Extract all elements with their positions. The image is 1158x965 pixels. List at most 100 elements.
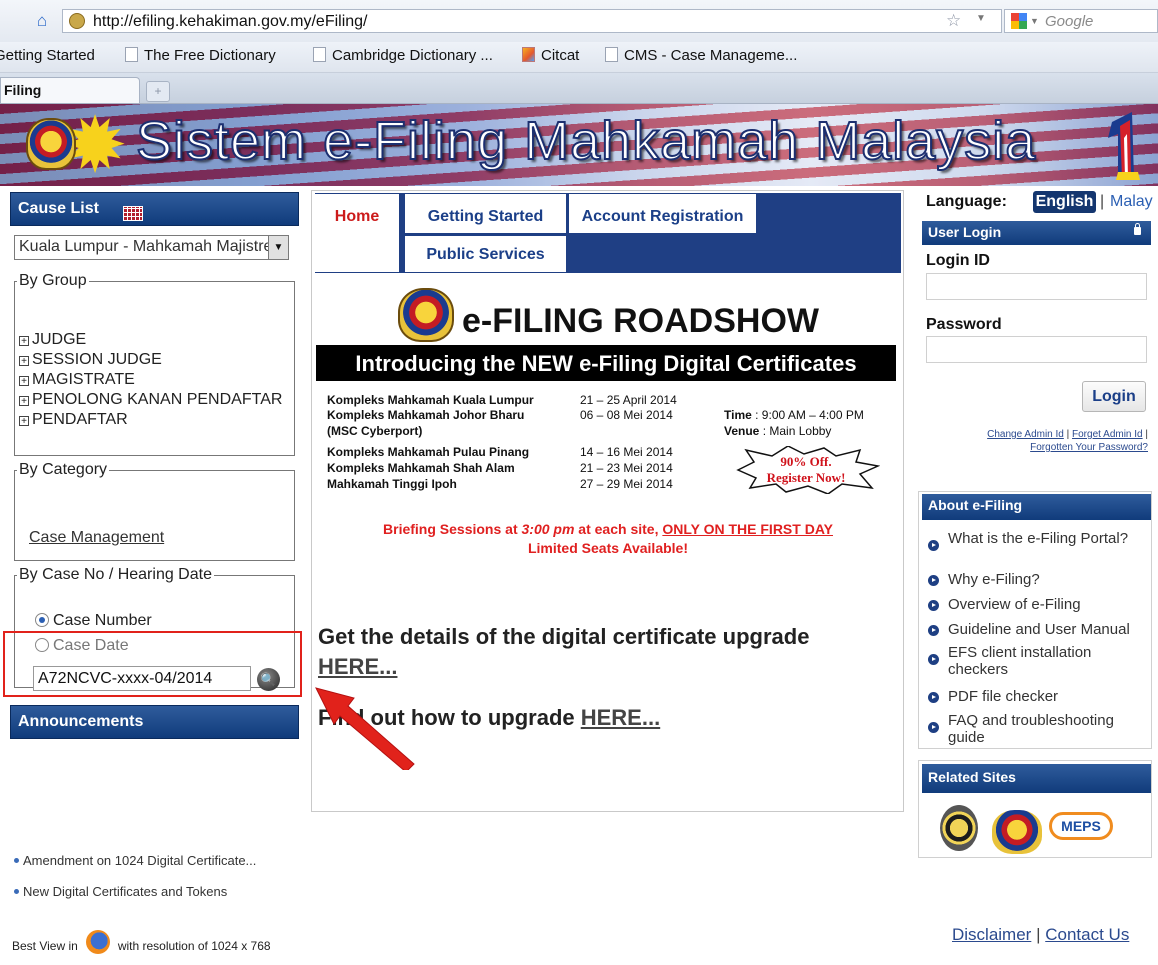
site-favicon-icon (69, 13, 85, 29)
user-login-title: User Login (928, 224, 1002, 240)
bookmark-cambridge-dictionary[interactable]: Cambridge Dictionary ... (313, 47, 493, 64)
roadshow-title: e-FILING ROADSHOW (462, 302, 819, 340)
expand-icon[interactable]: + (19, 396, 29, 407)
language-separator: | (1100, 193, 1105, 210)
browser-tab-title: Filing (4, 82, 42, 98)
bookmark-getting-started[interactable]: Getting Started (0, 47, 95, 64)
announcement-item[interactable]: Amendment on 1024 Digital Certificate... (14, 853, 256, 868)
arrow-bullet-icon (928, 600, 939, 611)
about-header: About e-Filing (922, 494, 1151, 520)
url-text: http://efiling.kehakiman.gov.my/eFiling/ (93, 13, 368, 30)
expand-icon[interactable]: + (19, 336, 29, 347)
tab-getting-started[interactable]: Getting Started (405, 194, 566, 233)
meps-logo[interactable]: MEPS (1049, 812, 1113, 840)
forget-admin-id-link[interactable]: Forget Admin Id (1072, 429, 1143, 440)
case-number-radio[interactable] (35, 613, 49, 627)
tree-item-magistrate[interactable]: + MAGISTRATE (19, 370, 289, 390)
disclaimer-link[interactable]: Disclaimer (952, 925, 1031, 944)
malaysia-crest-icon (26, 118, 76, 170)
cause-list-header: Cause List (10, 192, 299, 226)
bookmarks-toolbar: Getting Started The Free Dictionary Camb… (0, 42, 1158, 73)
tree-item-pendaftar[interactable]: + PENDAFTAR (19, 410, 289, 430)
chevron-down-icon[interactable]: ▼ (268, 236, 288, 259)
banner-title: Sistem e-Filing Mahkamah Malaysia (135, 110, 1037, 172)
by-category-legend: By Category (19, 461, 108, 478)
login-button[interactable]: Login (1082, 381, 1146, 412)
briefing-notice: Briefing Sessions at 3:00 pm at each sit… (383, 521, 833, 556)
tab-public-services[interactable]: Public Services (405, 236, 566, 272)
user-login-header: User Login (922, 221, 1151, 245)
account-help-links: Change Admin Id | Forget Admin Id | Forg… (987, 429, 1148, 453)
certificate-upgrade-text: Get the details of the digital certifica… (318, 624, 810, 679)
arrow-bullet-icon (928, 625, 939, 636)
certificate-upgrade-link[interactable]: HERE... (318, 654, 397, 679)
case-number-option[interactable]: Case Number (35, 612, 152, 630)
google-icon (1011, 13, 1027, 29)
announcement-item[interactable]: New Digital Certificates and Tokens (14, 884, 227, 899)
bullet-icon (14, 858, 19, 863)
bullet-icon (14, 889, 19, 894)
by-group-fieldset: By Group + JUDGE + SESSION JUDGE + MAGISTRA… (14, 272, 295, 456)
tab-home[interactable]: Home (315, 194, 399, 272)
by-category-fieldset: By Category Case Management (14, 461, 295, 561)
language-label: Language: (926, 193, 1007, 210)
court-select[interactable]: Kuala Lumpur - Mahkamah Majistret ▼ (14, 235, 289, 260)
password-label: Password (926, 316, 1002, 333)
group-tree: + JUDGE + SESSION JUDGE + MAGISTRATE + PENOL… (19, 330, 289, 430)
how-to-upgrade-link[interactable]: HERE... (581, 705, 660, 730)
expand-icon[interactable]: + (19, 356, 29, 367)
roadshow-crest-icon (398, 288, 454, 342)
bookmark-free-dictionary[interactable]: The Free Dictionary (125, 47, 276, 64)
login-id-label: Login ID (926, 252, 990, 269)
tree-item-session-judge[interactable]: + SESSION JUDGE (19, 350, 289, 370)
promo-text: 90% Off. Register Now! (766, 454, 846, 485)
arrow-bullet-icon (928, 692, 939, 703)
tab-account-registration[interactable]: Account Registration (569, 194, 756, 233)
url-dropdown-icon[interactable]: ▼ (976, 13, 986, 24)
login-id-input[interactable] (926, 273, 1147, 300)
1malaysia-logo (1108, 112, 1140, 180)
tree-item-penolong-kanan-pendaftar[interactable]: + PENOLONG KANAN PENDAFTAR (19, 390, 289, 410)
case-management-link[interactable]: Case Management (29, 529, 164, 547)
tree-item-judge[interactable]: + JUDGE (19, 330, 289, 350)
about-item[interactable]: FAQ and troubleshooting guide (928, 712, 1150, 746)
promo-burst: 90% Off. Register Now! (732, 445, 881, 495)
change-admin-id-link[interactable]: Change Admin Id (987, 429, 1064, 440)
page-icon (125, 47, 138, 62)
home-icon[interactable]: ⌂ (33, 12, 51, 30)
browser-search-field[interactable]: ▼ Google (1004, 9, 1158, 33)
malaysia-crest-icon[interactable] (992, 810, 1042, 854)
footer-links: Disclaimer | Contact Us (952, 925, 1129, 945)
calendar-icon[interactable] (123, 206, 143, 221)
contact-us-link[interactable]: Contact Us (1045, 925, 1129, 944)
related-sites-title: Related Sites (928, 769, 1016, 785)
forgotten-password-link[interactable]: Forgotten Your Password? (1030, 442, 1148, 453)
browser-tab[interactable]: Filing (0, 77, 140, 103)
password-input[interactable] (926, 336, 1147, 363)
expand-icon[interactable]: + (19, 376, 29, 387)
bookmark-cms[interactable]: CMS - Case Manageme... (605, 47, 797, 64)
announcements-title: Announcements (18, 713, 144, 730)
page-icon (313, 47, 326, 62)
expand-icon[interactable]: + (19, 416, 29, 427)
language-english[interactable]: English (1033, 191, 1096, 213)
bookmark-citcat[interactable]: Citcat (522, 47, 579, 64)
roadshow-banner: Introducing the NEW e-Filing Digital Cer… (316, 345, 896, 381)
arrow-bullet-icon (928, 722, 939, 733)
red-arrow-icon (315, 687, 415, 770)
site-banner: ✹ Sistem e-Filing Mahkamah Malaysia (0, 104, 1158, 186)
lock-icon (1134, 223, 1141, 235)
related-sites-header: Related Sites (922, 764, 1151, 793)
highlight-box (3, 631, 302, 697)
bookmark-star-icon[interactable]: ☆ (946, 11, 961, 31)
pdrm-logo-icon[interactable] (940, 805, 978, 851)
footer-separator: | (1036, 925, 1041, 944)
by-group-legend: By Group (19, 272, 87, 289)
language-malay[interactable]: Malay (1110, 193, 1153, 211)
about-item[interactable]: What is the e-Filing Portal? (928, 530, 1150, 564)
search-engine-dropdown-icon[interactable]: ▼ (1030, 16, 1039, 26)
arrow-bullet-icon (928, 540, 939, 551)
about-item[interactable]: EFS client installation checkers (928, 644, 1150, 678)
url-field[interactable]: http://efiling.kehakiman.gov.my/eFiling/ (62, 9, 1002, 33)
new-tab-button[interactable]: + (146, 81, 170, 102)
